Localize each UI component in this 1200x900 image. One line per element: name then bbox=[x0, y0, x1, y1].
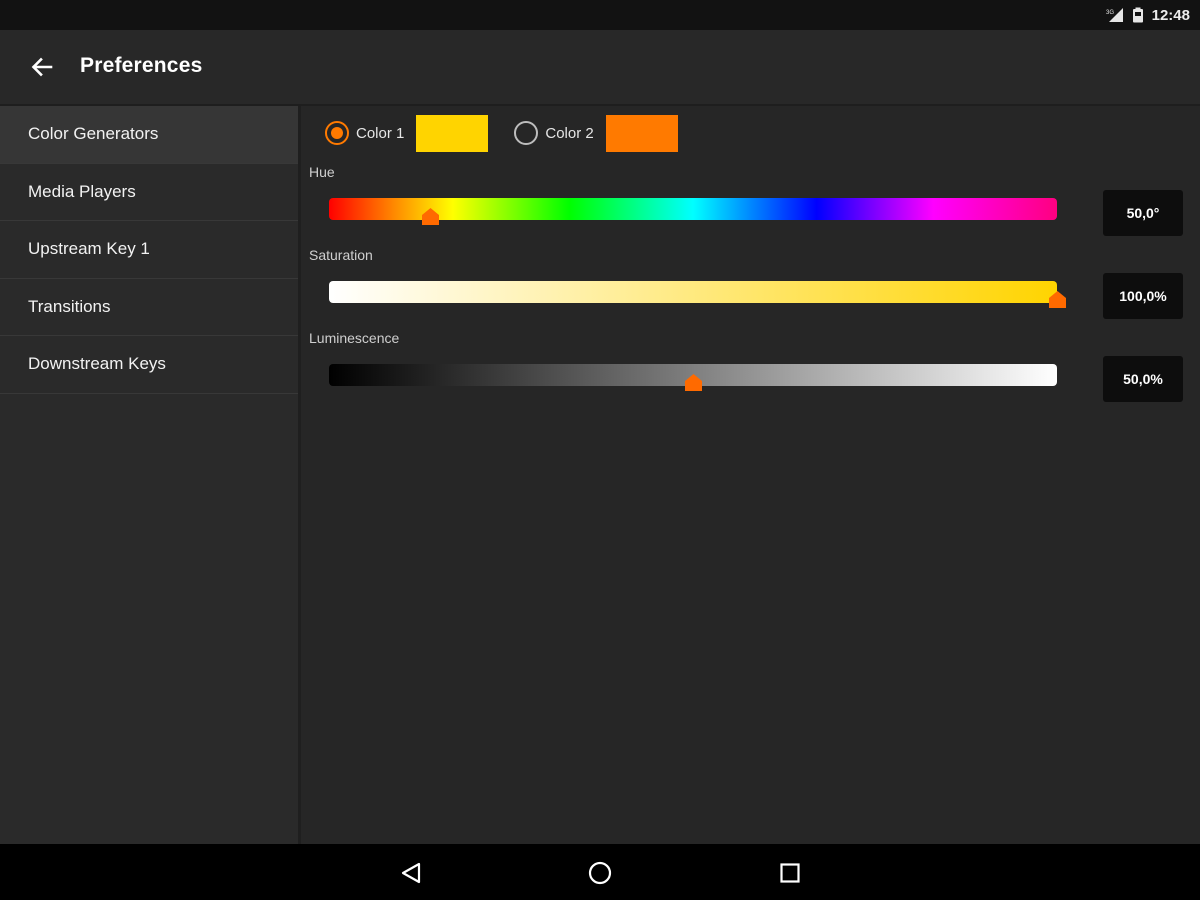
color-1-swatch[interactable] bbox=[416, 114, 489, 152]
signal-icon: 3G bbox=[1106, 7, 1124, 23]
color-generator-panel: Color 1 Color 2 Hue 50,0° Saturation 100… bbox=[301, 106, 1200, 844]
luminescence-slider-thumb[interactable] bbox=[684, 374, 702, 391]
saturation-value[interactable]: 100,0% bbox=[1103, 273, 1183, 319]
color-selector: Color 1 Color 2 bbox=[325, 114, 678, 152]
app-bar: Preferences bbox=[0, 30, 1200, 104]
color-2-swatch[interactable] bbox=[605, 114, 678, 152]
saturation-label: Saturation bbox=[309, 247, 373, 263]
back-button[interactable] bbox=[24, 52, 60, 82]
status-bar: 3G 12:48 bbox=[0, 0, 1200, 30]
back-triangle-icon bbox=[401, 862, 421, 884]
page-title: Preferences bbox=[80, 54, 203, 77]
svg-text:3G: 3G bbox=[1106, 10, 1114, 16]
nav-recents-button[interactable] bbox=[775, 858, 805, 888]
hue-value[interactable]: 50,0° bbox=[1103, 190, 1183, 236]
arrow-left-icon bbox=[31, 57, 53, 77]
home-circle-icon bbox=[588, 861, 612, 885]
status-icons: 3G 12:48 bbox=[1106, 0, 1190, 30]
luminescence-label: Luminescence bbox=[309, 330, 400, 346]
sidebar-item-upstream-key-1[interactable]: Upstream Key 1 bbox=[0, 221, 298, 279]
recents-square-icon bbox=[780, 863, 800, 883]
hue-label: Hue bbox=[309, 164, 335, 180]
sidebar-item-color-generators[interactable]: Color Generators bbox=[0, 106, 298, 164]
color-1-radio[interactable] bbox=[325, 121, 349, 145]
sidebar: Color Generators Media Players Upstream … bbox=[0, 106, 298, 844]
status-time: 12:48 bbox=[1151, 6, 1190, 24]
luminescence-slider-track[interactable] bbox=[329, 364, 1057, 391]
battery-icon bbox=[1132, 7, 1144, 23]
saturation-slider-thumb[interactable] bbox=[1048, 291, 1066, 308]
saturation-slider-track[interactable] bbox=[329, 281, 1066, 308]
sidebar-item-downstream-keys[interactable]: Downstream Keys bbox=[0, 336, 298, 394]
color-2-radio[interactable] bbox=[514, 121, 539, 145]
sidebar-item-transitions[interactable]: Transitions bbox=[0, 279, 298, 336]
nav-back-button[interactable] bbox=[396, 858, 426, 888]
color-1-label[interactable]: Color 1 bbox=[356, 125, 404, 142]
sidebar-item-media-players[interactable]: Media Players bbox=[0, 164, 298, 221]
navigation-bar bbox=[0, 844, 1200, 900]
hue-slider-thumb[interactable] bbox=[421, 208, 439, 225]
nav-home-button[interactable] bbox=[585, 858, 615, 888]
color-2-label[interactable]: Color 2 bbox=[545, 125, 593, 142]
hue-slider-track[interactable] bbox=[329, 198, 1057, 225]
luminescence-value[interactable]: 50,0% bbox=[1103, 356, 1183, 402]
